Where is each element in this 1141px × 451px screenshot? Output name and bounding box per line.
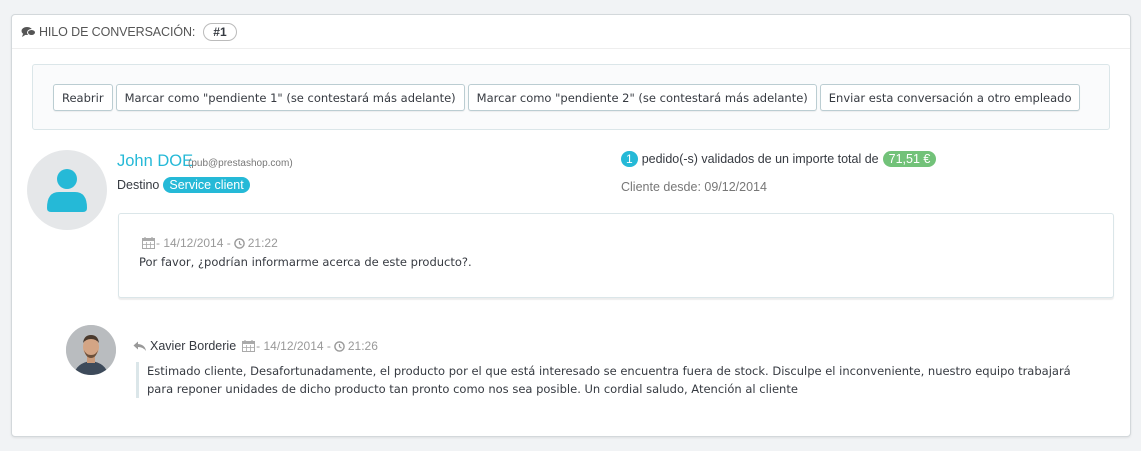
reply-time: 21:26 — [347, 339, 378, 353]
message-meta: - 14/12/2014 - 21:22 — [142, 236, 278, 250]
clock-icon — [233, 237, 245, 249]
reopen-button[interactable]: Reabrir — [53, 84, 113, 111]
calendar-icon — [142, 237, 155, 249]
reply-meta: Xavier Borderie - 14/12/2014 - 21:26 — [133, 339, 378, 353]
customer-name[interactable]: John DOE — [117, 152, 193, 171]
reply-author: Xavier Borderie — [150, 339, 237, 353]
customer-email: (pub@prestashop.com) — [188, 158, 293, 169]
mark-pending-1-button[interactable]: Marcar como "pendiente 1" (se contestará… — [115, 84, 465, 111]
reply-text: Estimado cliente, Desafortunadamente, el… — [136, 362, 1076, 398]
forward-conversation-button[interactable]: Enviar esta conversación a otro empleado — [819, 84, 1081, 111]
comments-icon — [21, 26, 36, 38]
calendar-icon — [242, 340, 256, 352]
employee-avatar — [66, 325, 116, 375]
destination-row: Destino Service client — [117, 177, 250, 193]
actions-toolbar: Reabrir Marcar como "pendiente 1" (se co… — [32, 64, 1110, 130]
reply-date: - 14/12/2014 - — [256, 339, 331, 353]
message-date: - 14/12/2014 - — [156, 236, 231, 250]
client-since: Cliente desde: 09/12/2014 — [621, 180, 767, 194]
conversation-panel: HILO DE CONVERSACIÓN: #1 Reabrir Marcar … — [11, 14, 1131, 437]
message-time: 21:22 — [247, 236, 278, 250]
user-icon — [47, 169, 87, 212]
destination-label: Destino — [117, 178, 160, 192]
customer-message: - 14/12/2014 - 21:22 Por favor, ¿podrían… — [118, 213, 1114, 298]
destination-badge: Service client — [163, 177, 250, 193]
customer-avatar — [27, 150, 107, 230]
heading-label: HILO DE CONVERSACIÓN: — [39, 24, 196, 39]
orders-summary: 1 pedido(-s) validados de un importe tot… — [621, 151, 937, 167]
message-text: Por favor, ¿podrían informarme acerca de… — [139, 255, 472, 269]
mark-pending-2-button[interactable]: Marcar como "pendiente 2" (se contestará… — [467, 84, 817, 111]
clock-icon — [334, 340, 345, 352]
orders-text: pedido(-s) validados de un importe total… — [641, 152, 879, 166]
order-total-badge: 71,51 € — [882, 151, 937, 167]
reply-icon — [133, 341, 146, 351]
order-count-badge: 1 — [621, 151, 638, 167]
action-buttons: Reabrir Marcar como "pendiente 1" (se co… — [53, 84, 1081, 111]
panel-heading: HILO DE CONVERSACIÓN: #1 — [12, 15, 1130, 49]
thread-number-badge: #1 — [203, 22, 237, 41]
